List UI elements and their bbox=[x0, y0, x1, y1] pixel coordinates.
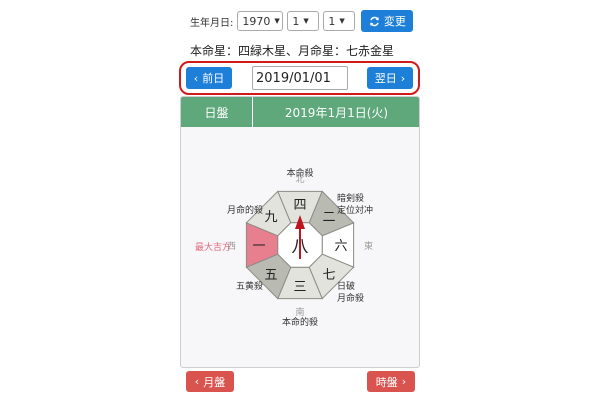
month-board-button[interactable]: ‹ 月盤 bbox=[186, 371, 234, 392]
birth-date-row: 生年月日: 1970 ▼ 1 ▼ 1 ▼ 変更 bbox=[190, 10, 414, 32]
hour-board-label: 時盤 bbox=[375, 375, 398, 389]
day-select[interactable]: 1 ▼ bbox=[323, 11, 356, 31]
board-mode-label: 日盤 bbox=[181, 97, 253, 127]
change-button[interactable]: 変更 bbox=[361, 10, 414, 32]
month-value: 1 bbox=[292, 14, 300, 28]
year-select[interactable]: 1970 ▼ bbox=[237, 11, 284, 31]
month-select[interactable]: 1 ▼ bbox=[287, 11, 320, 31]
prev-day-button[interactable]: ‹ 前日 bbox=[186, 67, 232, 89]
board-date-label: 2019年1月1日(火) bbox=[284, 105, 389, 120]
birth-date-label: 生年月日: bbox=[190, 17, 234, 29]
chevron-down-icon: ▼ bbox=[303, 17, 309, 25]
next-day-label: 翌日 bbox=[374, 72, 397, 85]
hour-board-button[interactable]: 時盤 › bbox=[367, 371, 415, 392]
day-board-panel: 日盤 2019年1月1日(火) bbox=[180, 96, 420, 368]
chevron-left-icon: ‹ bbox=[193, 71, 199, 85]
chevron-left-icon: ‹ bbox=[194, 375, 200, 388]
panel-header: 日盤 2019年1月1日(火) bbox=[181, 97, 419, 127]
month-board-label: 月盤 bbox=[203, 375, 226, 389]
day-value: 1 bbox=[328, 14, 336, 28]
refresh-icon bbox=[370, 16, 379, 26]
chevron-right-icon: › bbox=[400, 71, 406, 85]
honmei-text: 本命星：四緑木星、月命星：七赤金星 bbox=[190, 44, 395, 58]
chevron-right-icon: › bbox=[401, 375, 407, 388]
next-day-button[interactable]: 翌日 › bbox=[367, 67, 413, 89]
year-value: 1970 bbox=[242, 14, 271, 28]
prev-day-label: 前日 bbox=[202, 72, 225, 85]
change-button-label: 変更 bbox=[383, 15, 406, 28]
date-input[interactable]: 2019/01/01 bbox=[252, 66, 348, 90]
chevron-down-icon: ▼ bbox=[274, 17, 280, 25]
chevron-down-icon: ▼ bbox=[339, 17, 345, 25]
